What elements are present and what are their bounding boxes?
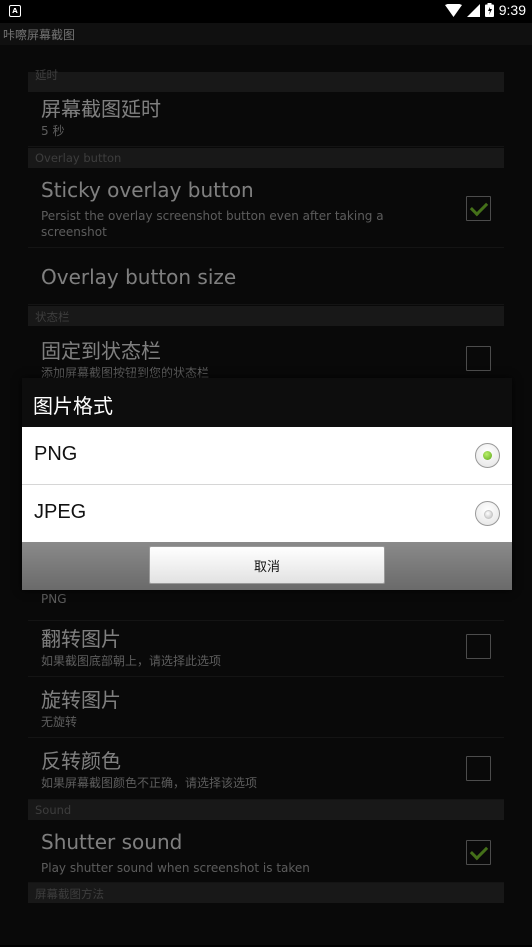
image-format-dialog: 图片格式 PNG JPEG 取消 xyxy=(22,378,512,590)
option-label: JPEG xyxy=(34,501,87,523)
battery-icon xyxy=(484,3,494,17)
status-icons: 9:39 xyxy=(444,2,526,18)
dialog-title: 图片格式 xyxy=(33,394,113,418)
cancel-button[interactable]: 取消 xyxy=(149,546,385,584)
wifi-icon xyxy=(444,3,462,17)
jpeg-radio[interactable] xyxy=(475,501,500,526)
option-png[interactable]: PNG xyxy=(22,427,512,484)
notification-icon: A xyxy=(9,5,21,17)
clock: 9:39 xyxy=(498,2,526,18)
dialog-header: 图片格式 xyxy=(22,378,512,427)
option-label: PNG xyxy=(34,443,78,465)
status-bar: A 9:39 xyxy=(0,0,532,23)
signal-icon xyxy=(466,3,480,17)
dialog-options: PNG JPEG xyxy=(22,427,512,542)
png-radio[interactable] xyxy=(475,443,500,468)
dialog-footer: 取消 xyxy=(22,542,512,590)
option-jpeg[interactable]: JPEG xyxy=(22,484,512,542)
